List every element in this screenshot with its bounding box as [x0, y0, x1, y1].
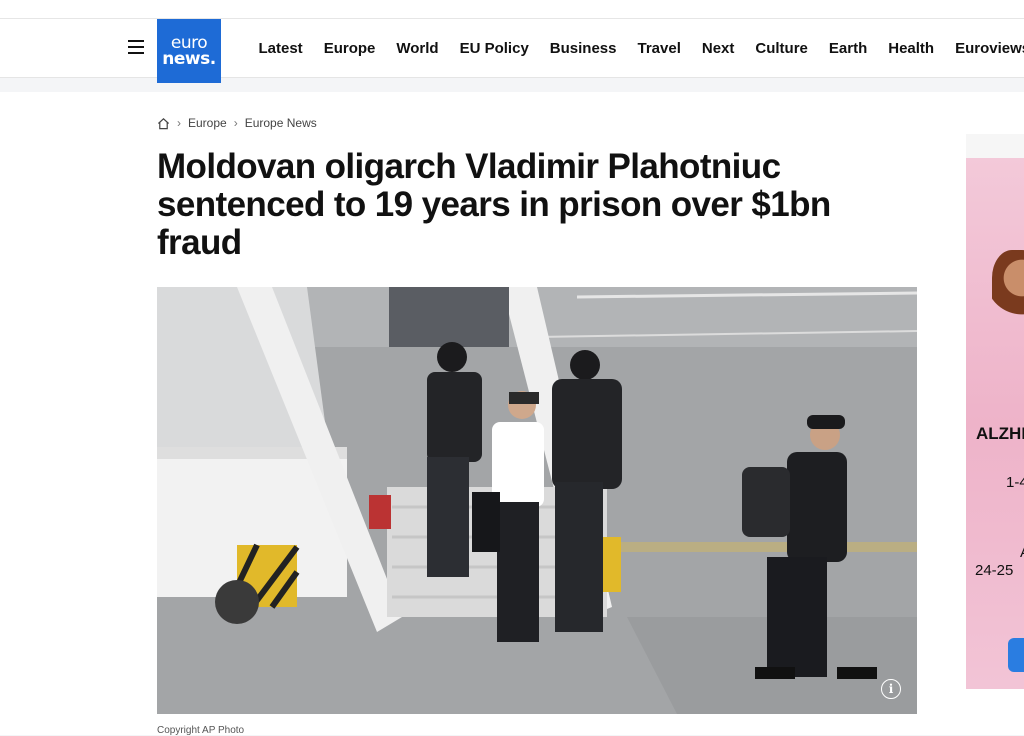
nav-eu-policy[interactable]: EU Policy: [460, 40, 529, 57]
nav-culture[interactable]: Culture: [755, 40, 808, 57]
photo-caption: Copyright AP Photo: [157, 725, 245, 736]
advertisement-banner[interactable]: ALZHE 1-4 A 24-25: [966, 134, 1024, 689]
browser-top-strip: [0, 0, 1024, 19]
ad-cta-button[interactable]: [1008, 638, 1024, 672]
ad-text-line2: A: [1020, 544, 1024, 561]
ad-title: ALZHE: [976, 424, 1024, 443]
ad-body: ALZHE 1-4 A 24-25: [966, 158, 1024, 689]
breadcrumb-europe[interactable]: Europe: [188, 116, 227, 130]
menu-icon[interactable]: [128, 40, 144, 54]
ad-top-strip: [966, 134, 1024, 158]
breadcrumb-europe-news[interactable]: Europe News: [245, 116, 317, 130]
nav-next[interactable]: Next: [702, 40, 735, 57]
ad-text-line3: 24-25: [975, 562, 1014, 579]
chevron-right-icon: ›: [177, 116, 181, 130]
photo-illustration: [157, 287, 917, 714]
article-title: Moldovan oligarch Vladimir Plahotniuc se…: [157, 147, 831, 262]
euronews-logo[interactable]: euro news.: [157, 19, 221, 83]
breadcrumb: › Europe › Europe News: [157, 116, 317, 130]
logo-line2: news.: [162, 49, 216, 69]
main-nav: Latest Europe World EU Policy Business T…: [248, 19, 1024, 77]
article-photo: i: [157, 287, 917, 714]
ad-text-line1: 1-4: [1006, 474, 1024, 491]
nav-europe[interactable]: Europe: [324, 40, 376, 57]
info-icon[interactable]: i: [881, 679, 901, 699]
nav-world[interactable]: World: [396, 40, 438, 57]
chevron-right-icon: ›: [233, 116, 238, 130]
ad-portrait: [992, 250, 1024, 320]
nav-travel[interactable]: Travel: [638, 40, 681, 57]
nav-euroviews[interactable]: Euroviews: [955, 40, 1024, 57]
home-icon[interactable]: [157, 117, 170, 130]
site-header: euro news. Latest Europe World EU Policy…: [0, 19, 1024, 83]
nav-business[interactable]: Business: [550, 40, 617, 57]
nav-health[interactable]: Health: [888, 40, 934, 57]
nav-latest[interactable]: Latest: [259, 40, 303, 57]
nav-earth[interactable]: Earth: [829, 40, 867, 57]
article-content: › Europe › Europe News Moldovan oligarch…: [0, 92, 1024, 736]
